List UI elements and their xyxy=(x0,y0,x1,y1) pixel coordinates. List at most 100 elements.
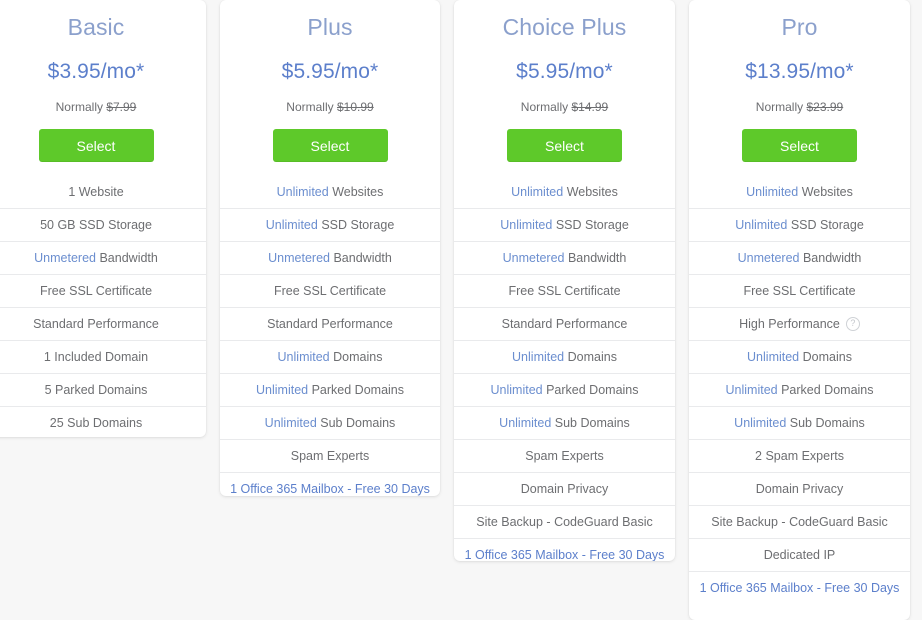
feature-label: Parked Domains xyxy=(781,383,874,397)
feature-label: High Performance xyxy=(739,317,840,331)
feature-label: 1 Office 365 Mailbox - Free 30 Days xyxy=(464,548,665,561)
feature-item: Unlimited Domains xyxy=(454,340,675,373)
feature-item: 25 Sub Domains xyxy=(0,406,206,437)
feature-item: Unlimited SSD Storage xyxy=(220,208,440,241)
feature-label: Websites xyxy=(801,185,853,199)
feature-item: Site Backup - CodeGuard Basic xyxy=(689,505,910,538)
plan-normally-price: Normally $7.99 xyxy=(0,82,196,113)
feature-item-link[interactable]: 1 Office 365 Mailbox - Free 30 Days xyxy=(454,538,675,561)
feature-item: Unmetered Bandwidth xyxy=(220,241,440,274)
feature-label: Sub Domains xyxy=(320,416,396,430)
feature-item: Unlimited Parked Domains xyxy=(689,373,910,406)
normally-label: Normally xyxy=(55,100,103,114)
plan-price: $3.95/mo* xyxy=(47,60,145,83)
select-button[interactable]: Select xyxy=(742,129,857,162)
feature-item: Unlimited Sub Domains xyxy=(454,406,675,439)
feature-label: 1 Office 365 Mailbox - Free 30 Days xyxy=(230,482,430,496)
feature-highlight: Unlimited xyxy=(265,218,318,232)
plan-normally-price: Normally $14.99 xyxy=(464,82,665,113)
feature-label: Domains xyxy=(802,350,852,364)
plan-card-plus: Plus $5.95/mo* Normally $10.99 Select Un… xyxy=(220,0,440,496)
plan-card-basic: Basic $3.95/mo* Normally $7.99 Select 1 … xyxy=(0,0,206,437)
select-button[interactable]: Select xyxy=(38,129,154,162)
feature-label: Free SSL Certificate xyxy=(273,284,387,298)
feature-label: Spam Experts xyxy=(290,449,370,463)
plan-name: Basic xyxy=(67,14,125,40)
feature-highlight: Unlimited xyxy=(735,218,788,232)
feature-label: Free SSL Certificate xyxy=(743,284,856,298)
feature-label: Parked Domains xyxy=(546,383,639,397)
plan-price: $5.95/mo* xyxy=(281,60,379,83)
feature-item: Unlimited Domains xyxy=(689,340,910,373)
feature-label: 1 Office 365 Mailbox - Free 30 Days xyxy=(699,581,900,595)
pricing-table: Basic $3.95/mo* Normally $7.99 Select 1 … xyxy=(0,0,922,620)
feature-label: Domains xyxy=(333,350,383,364)
help-tooltip-icon[interactable]: ? xyxy=(845,317,860,331)
plan-name: Pro xyxy=(781,14,818,40)
feature-label: Domains xyxy=(567,350,617,364)
feature-highlight: Unlimited xyxy=(511,185,564,199)
feature-item: Dedicated IP xyxy=(689,538,910,571)
feature-label: Free SSL Certificate xyxy=(508,284,621,298)
feature-item: Free SSL Certificate xyxy=(0,274,206,307)
select-button-row: Select xyxy=(464,113,665,162)
feature-item: Unmetered Bandwidth xyxy=(454,241,675,274)
feature-highlight: Unmetered xyxy=(502,251,565,265)
feature-highlight: Unlimited xyxy=(734,416,787,430)
plan-name: Plus xyxy=(307,14,353,40)
feature-label: Standard Performance xyxy=(501,317,628,331)
feature-label: Bandwidth xyxy=(802,251,862,265)
feature-label: Free SSL Certificate xyxy=(39,284,153,298)
feature-item: Standard Performance xyxy=(454,307,675,340)
feature-item: Unlimited Parked Domains xyxy=(454,373,675,406)
feature-highlight: Unmetered xyxy=(34,251,96,265)
select-button-row: Select xyxy=(699,113,900,162)
feature-item: Domain Privacy xyxy=(689,472,910,505)
feature-item: Unlimited Sub Domains xyxy=(689,406,910,439)
normally-struck-price: $7.99 xyxy=(106,100,137,114)
feature-label: Site Backup - CodeGuard Basic xyxy=(711,515,888,529)
feature-item: Unlimited SSD Storage xyxy=(454,208,675,241)
feature-item: Unlimited Parked Domains xyxy=(220,373,440,406)
normally-label: Normally xyxy=(520,100,569,114)
feature-highlight: Unlimited xyxy=(276,185,329,199)
feature-label: 1 Included Domain xyxy=(43,350,149,364)
feature-label: Dedicated IP xyxy=(763,548,836,562)
select-button-row: Select xyxy=(0,113,196,162)
feature-label: Parked Domains xyxy=(311,383,404,397)
feature-highlight: Unmetered xyxy=(268,251,330,265)
feature-label: SSD Storage xyxy=(790,218,864,232)
plan-normally-price: Normally $23.99 xyxy=(699,82,900,113)
plan-name: Choice Plus xyxy=(502,14,627,40)
plan-card-body: Plus $5.95/mo* Normally $10.99 Select xyxy=(220,0,440,162)
feature-list: Unlimited Websites Unlimited SSD Storage U… xyxy=(454,162,675,561)
feature-item: Free SSL Certificate xyxy=(454,274,675,307)
normally-label: Normally xyxy=(286,100,334,114)
feature-item-link[interactable]: 1 Office 365 Mailbox - Free 30 Days xyxy=(689,571,910,604)
feature-item: Standard Performance xyxy=(0,307,206,340)
feature-item: Unlimited Websites xyxy=(689,176,910,208)
plan-card-choice-plus: Choice Plus $5.95/mo* Normally $14.99 Se… xyxy=(454,0,675,561)
feature-highlight: Unlimited xyxy=(512,350,565,364)
feature-label: Bandwidth xyxy=(567,251,627,265)
plan-card-body: Choice Plus $5.95/mo* Normally $14.99 Se… xyxy=(454,0,675,162)
plan-card-pro: Pro $13.95/mo* Normally $23.99 Select Un… xyxy=(689,0,910,620)
feature-item: Free SSL Certificate xyxy=(220,274,440,307)
feature-item: 1 Included Domain xyxy=(0,340,206,373)
feature-label: Websites xyxy=(566,185,618,199)
feature-list: Unlimited Websites Unlimited SSD Storage U… xyxy=(220,162,440,496)
select-button[interactable]: Select xyxy=(272,129,388,162)
feature-item: Unmetered Bandwidth xyxy=(0,241,206,274)
select-button[interactable]: Select xyxy=(507,129,622,162)
plan-price: $5.95/mo* xyxy=(516,60,613,83)
feature-label: 2 Spam Experts xyxy=(755,449,844,463)
feature-highlight: Unlimited xyxy=(264,416,317,430)
feature-item-link[interactable]: 1 Office 365 Mailbox - Free 30 Days xyxy=(220,472,440,496)
feature-item: Site Backup - CodeGuard Basic xyxy=(454,505,675,538)
feature-label: Spam Experts xyxy=(525,449,604,463)
feature-highlight: Unlimited xyxy=(490,383,543,397)
feature-label: SSD Storage xyxy=(321,218,395,232)
normally-struck-price: $14.99 xyxy=(571,100,609,114)
feature-label: 50 GB SSD Storage xyxy=(40,218,152,232)
feature-item: 50 GB SSD Storage xyxy=(0,208,206,241)
